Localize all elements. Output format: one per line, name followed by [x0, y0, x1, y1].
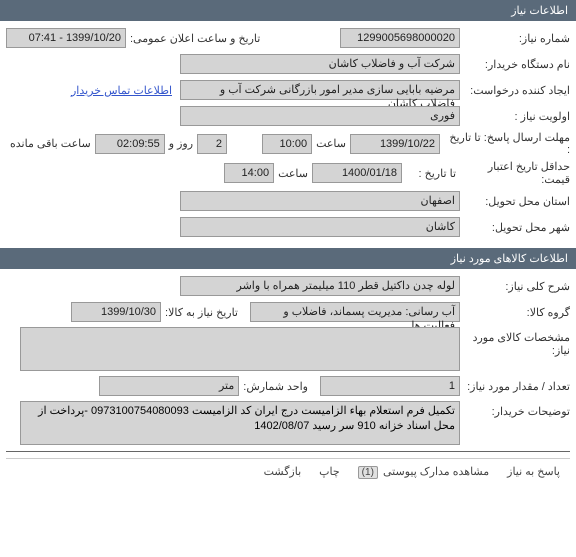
- link-back[interactable]: بازگشت: [264, 465, 302, 479]
- field-creator: مرضیه بابایی سازی مدیر امور بازرگانی شرک…: [180, 80, 460, 100]
- label-goods-group: گروه کالا:: [460, 306, 570, 319]
- divider: [6, 451, 570, 452]
- field-quantity: 1: [320, 376, 460, 396]
- field-deadline-time: 10:00: [262, 134, 312, 154]
- field-deadline-date: 1399/10/22: [350, 134, 440, 154]
- label-delivery-city: شهر محل تحویل:: [460, 221, 570, 234]
- row-quantity: تعداد / مقدار مورد نیاز: 1 واحد شمارش: م…: [6, 375, 570, 397]
- field-priority: فوری: [180, 106, 460, 126]
- label-need-by-date: تاریخ نیاز به کالا:: [165, 306, 238, 319]
- section-title-goods: اطلاعات کالاهای مورد نیاز: [451, 253, 568, 265]
- field-need-number: 1299005698000020: [340, 28, 460, 48]
- label-deadline-time: ساعت: [316, 137, 346, 150]
- row-priority: اولویت نیاز : فوری: [6, 105, 570, 127]
- link-attachments-text: مشاهده مدارک پیوستی: [383, 466, 489, 478]
- row-general-desc: شرح کلی نیاز: لوله چدن داکتیل قطر 110 می…: [6, 275, 570, 297]
- label-goods-spec: مشخصات کالای مورد نیاز:: [460, 327, 570, 357]
- goods-info-area: شرح کلی نیاز: لوله چدن داکتیل قطر 110 می…: [0, 269, 576, 491]
- label-validity-time: ساعت: [278, 167, 308, 180]
- label-need-number: شماره نیاز:: [460, 32, 570, 45]
- label-unit: واحد شمارش:: [243, 380, 308, 393]
- field-general-desc: لوله چدن داکتیل قطر 110 میلیمتر همراه با…: [180, 276, 460, 296]
- row-creator: ایجاد کننده درخواست: مرضیه بابایی سازی م…: [6, 79, 570, 101]
- label-min-validity-sub: تا تاریخ :: [406, 167, 456, 180]
- label-quantity: تعداد / مقدار مورد نیاز:: [460, 380, 570, 393]
- section-header-goods-info: اطلاعات کالاهای مورد نیاز: [0, 248, 576, 269]
- section-header-need-info: اطلاعات نیاز: [0, 0, 576, 21]
- label-creator: ایجاد کننده درخواست:: [460, 84, 570, 97]
- field-delivery-province: اصفهان: [180, 191, 460, 211]
- field-buyer-notes: تکمیل فرم استعلام بهاء الزامیست درج ایرا…: [20, 401, 460, 445]
- field-validity-date: 1400/01/18: [312, 163, 402, 183]
- row-buyer-notes: توضیحات خریدار: تکمیل فرم استعلام بهاء ا…: [6, 401, 570, 445]
- row-delivery-city: شهر محل تحویل: کاشان: [6, 216, 570, 238]
- row-min-validity: حداقل تاریخ اعتبار قیمت: تا تاریخ : 1400…: [6, 160, 570, 186]
- field-unit: متر: [99, 376, 239, 396]
- field-remaining-time: 02:09:55: [95, 134, 165, 154]
- field-public-date: 1399/10/20 - 07:41: [6, 28, 126, 48]
- label-remaining: ساعت باقی مانده: [10, 137, 91, 150]
- field-goods-group: آب رسانی: مدیریت پسماند، فاضلاب و فعالیت…: [250, 302, 460, 322]
- footer-bar: پاسخ به نیاز مشاهده مدارک پیوستی (1) چاپ…: [6, 458, 570, 485]
- link-print[interactable]: چاپ: [319, 465, 340, 479]
- field-delivery-city: کاشان: [180, 217, 460, 237]
- label-delivery-province: استان محل تحویل:: [460, 195, 570, 208]
- field-need-by-date: 1399/10/30: [71, 302, 161, 322]
- label-buyer-notes: توضیحات خریدار:: [460, 401, 570, 418]
- link-respond[interactable]: پاسخ به نیاز: [507, 465, 560, 479]
- section-title: اطلاعات نیاز: [511, 5, 568, 17]
- link-attachments[interactable]: مشاهده مدارک پیوستی (1): [358, 465, 489, 479]
- label-buyer-device: نام دستگاه خریدار:: [460, 58, 570, 71]
- attachments-count-badge: (1): [358, 466, 378, 479]
- row-need-number: شماره نیاز: 1299005698000020 تاریخ و ساع…: [6, 27, 570, 49]
- field-remaining-days: 2: [197, 134, 227, 154]
- field-validity-time: 14:00: [224, 163, 274, 183]
- label-min-validity: حداقل تاریخ اعتبار قیمت:: [460, 160, 570, 186]
- link-contact-buyer[interactable]: اطلاعات تماس خریدار: [71, 84, 172, 97]
- field-goods-spec: [20, 327, 460, 371]
- row-delivery-province: استان محل تحویل: اصفهان: [6, 190, 570, 212]
- label-public-date: تاریخ و ساعت اعلان عمومی:: [130, 32, 260, 45]
- label-days: روز و: [169, 137, 193, 150]
- field-buyer-device: شرکت آب و فاضلاب کاشان: [180, 54, 460, 74]
- row-goods-spec: مشخصات کالای مورد نیاز:: [6, 327, 570, 371]
- need-info-area: شماره نیاز: 1299005698000020 تاریخ و ساع…: [0, 21, 576, 248]
- row-deadline: مهلت ارسال پاسخ: تا تاریخ : 1399/10/22 س…: [6, 131, 570, 156]
- label-general-desc: شرح کلی نیاز:: [460, 280, 570, 293]
- label-deadline: مهلت ارسال پاسخ: تا تاریخ :: [440, 131, 570, 156]
- row-buyer-device: نام دستگاه خریدار: شرکت آب و فاضلاب کاشا…: [6, 53, 570, 75]
- row-goods-group: گروه کالا: آب رسانی: مدیریت پسماند، فاضل…: [6, 301, 570, 323]
- label-priority: اولویت نیاز :: [460, 110, 570, 123]
